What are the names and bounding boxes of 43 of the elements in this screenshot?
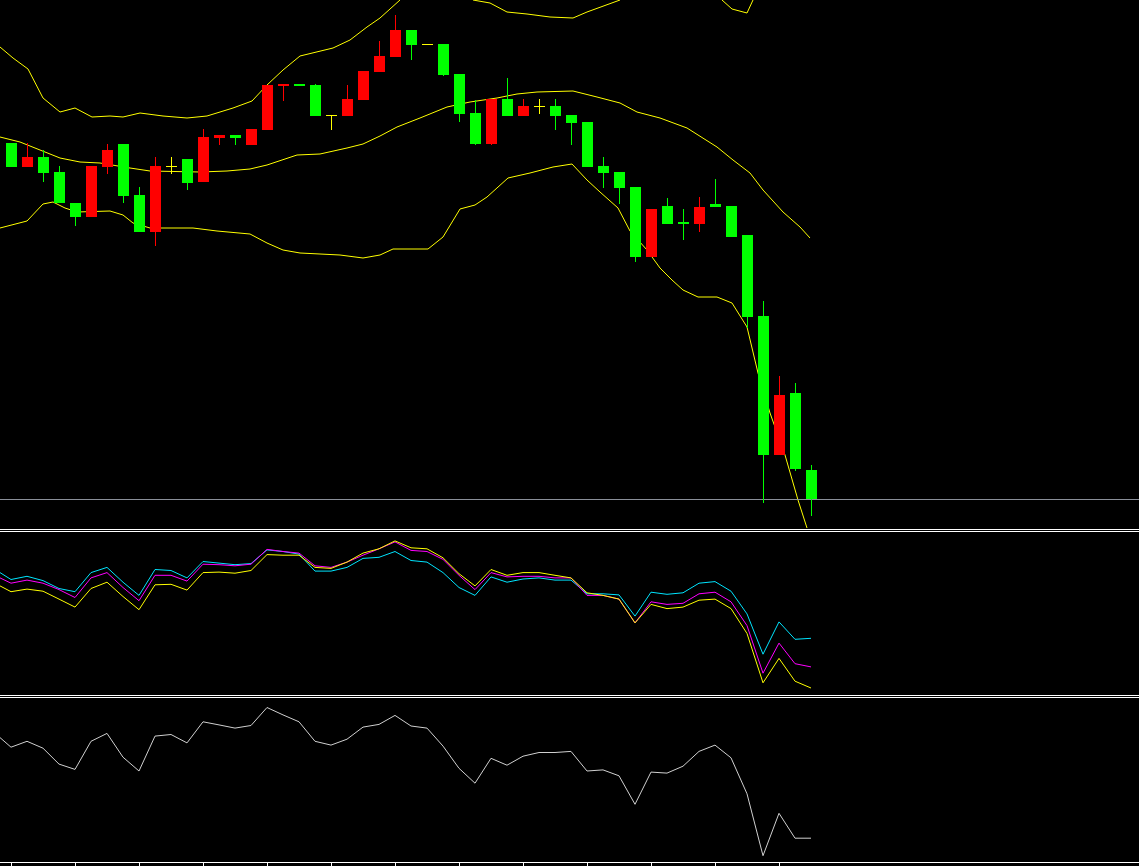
candle xyxy=(390,15,401,57)
candle xyxy=(614,172,625,204)
candle xyxy=(246,129,257,145)
candle xyxy=(358,71,369,100)
candle xyxy=(22,143,33,167)
candle xyxy=(566,115,577,145)
candle xyxy=(582,122,593,167)
candle xyxy=(86,166,97,217)
candle xyxy=(262,85,273,130)
candle xyxy=(214,135,225,145)
candle xyxy=(326,115,337,130)
candle xyxy=(374,41,385,72)
candle xyxy=(278,84,289,101)
candle xyxy=(198,129,209,182)
candle xyxy=(550,99,561,130)
candle xyxy=(710,179,721,207)
candle xyxy=(454,74,465,122)
candle xyxy=(806,465,817,516)
candle xyxy=(534,99,545,114)
candle xyxy=(694,197,705,232)
candle xyxy=(6,143,17,167)
candle xyxy=(38,150,49,182)
candle xyxy=(102,144,113,174)
candle xyxy=(310,84,321,116)
candle xyxy=(502,78,513,116)
candle xyxy=(342,85,353,116)
candle xyxy=(438,44,449,76)
candle xyxy=(470,100,481,145)
candle xyxy=(182,159,193,190)
candle xyxy=(134,187,145,232)
candle xyxy=(406,30,417,60)
candle xyxy=(678,209,689,240)
candle xyxy=(598,157,609,188)
candle xyxy=(54,166,65,203)
candle xyxy=(646,209,657,257)
candle xyxy=(726,206,737,237)
candle xyxy=(230,135,241,145)
candle xyxy=(166,157,177,174)
candle xyxy=(662,198,673,224)
candle xyxy=(486,99,497,145)
candle xyxy=(518,99,529,116)
candle xyxy=(118,144,129,203)
candle xyxy=(70,203,81,226)
